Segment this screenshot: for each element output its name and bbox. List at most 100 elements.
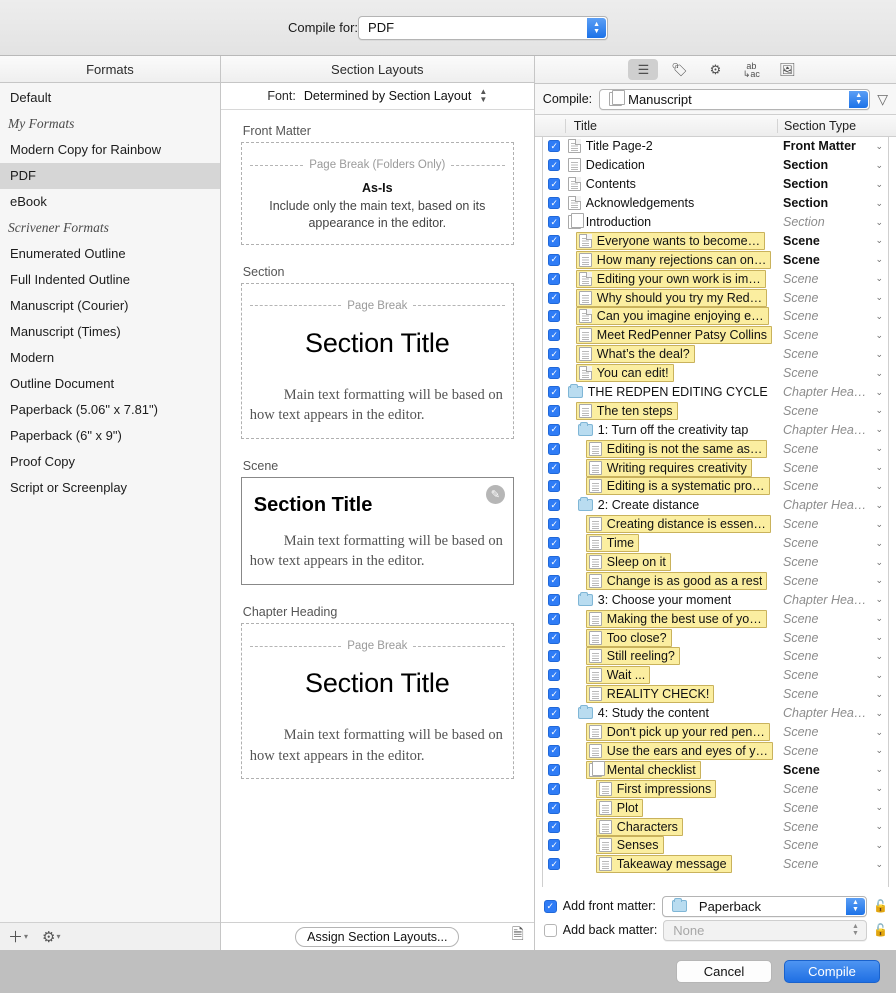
contents-row[interactable]: ✓ What’s the deal? Scene ⌄ xyxy=(543,345,888,364)
include-checkbox[interactable]: ✓ xyxy=(548,442,561,455)
include-checkbox[interactable]: ✓ xyxy=(548,253,561,266)
include-checkbox[interactable]: ✓ xyxy=(548,556,561,569)
front-matter-checkbox[interactable]: ✓ xyxy=(543,899,557,913)
include-checkbox[interactable]: ✓ xyxy=(548,197,561,210)
contents-row[interactable]: ✓ Writing requires creativity Scene ⌄ xyxy=(543,458,888,477)
contents-row[interactable]: ✓ Still reeling? Scene ⌄ xyxy=(543,647,888,666)
contents-row[interactable]: ✓ Creating distance is essen… Scene ⌄ xyxy=(543,515,888,534)
format-item[interactable]: Full Indented Outline xyxy=(0,267,220,293)
chevron-down-icon[interactable]: ⌄ xyxy=(875,783,883,794)
include-checkbox[interactable]: ✓ xyxy=(548,291,561,304)
document-title-pill[interactable]: Sleep on it xyxy=(585,553,671,572)
section-type-cell[interactable]: Scene ⌄ xyxy=(777,744,888,758)
chevron-down-icon[interactable]: ⌄ xyxy=(875,254,883,265)
contents-row[interactable]: ✓ Plot Scene ⌄ xyxy=(543,798,888,817)
tag-icon[interactable]: 🏷 xyxy=(664,59,694,80)
contents-row[interactable]: ✓ Too close? Scene ⌄ xyxy=(543,628,888,647)
contents-row[interactable]: ✓ Don't pick up your red pen… Scene ⌄ xyxy=(543,723,888,742)
document-title-pill[interactable]: 2: Create distance xyxy=(576,497,703,513)
include-checkbox[interactable]: ✓ xyxy=(548,480,561,493)
contents-row[interactable]: ✓ 1: Turn off the creativity tap Chapter H… xyxy=(543,420,888,439)
format-options-button[interactable]: ⚙ ▾ xyxy=(42,928,60,946)
document-title-pill[interactable]: Wait ... xyxy=(585,666,651,685)
document-title-pill[interactable]: 1: Turn off the creativity tap xyxy=(576,421,753,438)
chevron-down-icon[interactable]: ⌄ xyxy=(875,632,883,643)
section-type-cell[interactable]: Scene ⌄ xyxy=(777,536,888,550)
section-type-cell[interactable]: Scene ⌄ xyxy=(777,309,888,323)
chevron-down-icon[interactable]: ⌄ xyxy=(875,179,883,190)
document-title-pill[interactable]: Time xyxy=(585,534,640,553)
format-item[interactable]: Script or Screenplay xyxy=(0,475,220,501)
chevron-down-icon[interactable]: ⌄ xyxy=(875,387,883,398)
include-checkbox[interactable]: ✓ xyxy=(548,707,561,720)
include-checkbox[interactable]: ✓ xyxy=(548,159,561,172)
document-title-pill[interactable]: Plot xyxy=(595,798,644,817)
contents-row[interactable]: ✓ Characters Scene ⌄ xyxy=(543,817,888,836)
document-title-pill[interactable]: Editing is a systematic pro… xyxy=(585,477,770,496)
format-item[interactable]: Modern xyxy=(0,345,220,371)
chevron-down-icon[interactable]: ⌄ xyxy=(875,764,883,775)
document-title-pill[interactable]: What’s the deal? xyxy=(575,345,695,364)
chevron-down-icon[interactable]: ⌄ xyxy=(875,349,883,360)
image-icon[interactable]: 🖼 xyxy=(772,59,802,80)
document-title-pill[interactable]: Editing your own work is im… xyxy=(575,269,766,288)
include-checkbox[interactable]: ✓ xyxy=(548,669,561,682)
document-title-pill[interactable]: Mental checklist xyxy=(585,760,701,779)
section-type-cell[interactable]: Scene ⌄ xyxy=(777,763,888,777)
chevron-down-icon[interactable]: ⌄ xyxy=(875,727,883,738)
section-type-cell[interactable]: Scene ⌄ xyxy=(777,366,888,380)
document-title-pill[interactable]: Still reeling? xyxy=(585,647,680,666)
chevron-down-icon[interactable]: ⌄ xyxy=(875,708,883,719)
edit-pencil-icon[interactable]: ✎ xyxy=(485,484,505,504)
document-title-pill[interactable]: Contents xyxy=(566,176,640,192)
contents-row[interactable]: ✓ How many rejections can on… Scene ⌄ xyxy=(543,250,888,269)
section-type-cell[interactable]: Chapter Headi… ⌄ xyxy=(777,423,888,437)
document-title-pill[interactable]: Change is as good as a rest xyxy=(585,571,768,590)
chevron-down-icon[interactable]: ⌄ xyxy=(875,670,883,681)
include-checkbox[interactable]: ✓ xyxy=(548,688,561,701)
front-matter-dropdown[interactable]: Paperback ▲ ▼ xyxy=(661,895,867,917)
include-checkbox[interactable]: ✓ xyxy=(548,612,561,625)
include-checkbox[interactable]: ✓ xyxy=(548,367,561,380)
chevron-down-icon[interactable]: ⌄ xyxy=(875,405,883,416)
section-type-cell[interactable]: Chapter Headi… ⌄ xyxy=(777,706,888,720)
gear-icon[interactable]: ⚙ xyxy=(700,59,730,80)
document-title-pill[interactable]: Title Page-2 xyxy=(566,138,657,154)
contents-row[interactable]: ✓ REALITY CHECK! Scene ⌄ xyxy=(543,685,888,704)
section-type-cell[interactable]: Scene ⌄ xyxy=(777,234,888,248)
include-checkbox[interactable]: ✓ xyxy=(548,782,561,795)
contents-row[interactable]: ✓ The ten steps Scene ⌄ xyxy=(543,401,888,420)
contents-row[interactable]: ✓ 2: Create distance Chapter Headi… ⌄ xyxy=(543,496,888,515)
include-checkbox[interactable]: ✓ xyxy=(548,216,561,228)
include-checkbox[interactable]: ✓ xyxy=(548,140,561,153)
contents-row[interactable]: ✓ Dedication Section ⌄ xyxy=(543,156,888,175)
compile-group-dropdown[interactable]: Manuscript ▲ ▼ xyxy=(599,88,871,110)
layout-card-list[interactable]: Front Matter Page Break (Folders Only) As-… xyxy=(220,110,534,922)
section-type-cell[interactable]: Scene ⌄ xyxy=(777,612,888,626)
document-title-pill[interactable]: THE REDPEN EDITING CYCLE xyxy=(566,384,772,400)
contents-row[interactable]: ✓ Change is as good as a rest Scene ⌄ xyxy=(543,571,888,590)
include-checkbox[interactable]: ✓ xyxy=(548,801,561,814)
format-item[interactable]: Outline Document xyxy=(0,371,220,397)
section-type-cell[interactable]: Section ⌄ xyxy=(777,158,888,172)
document-title-pill[interactable]: Meet RedPenner Patsy Collins xyxy=(575,326,773,345)
contents-row[interactable]: ✓ 3: Choose your moment Chapter Headi… ⌄ xyxy=(543,590,888,609)
contents-row[interactable]: ✓ Mental checklist Scene ⌄ xyxy=(543,760,888,779)
section-type-cell[interactable]: Scene ⌄ xyxy=(777,442,888,456)
contents-row[interactable]: ✓ Making the best use of yo… Scene ⌄ xyxy=(543,609,888,628)
chevron-down-icon[interactable]: ⌄ xyxy=(875,292,883,303)
section-type-cell[interactable]: Scene ⌄ xyxy=(777,328,888,342)
chevron-down-icon[interactable]: ⌄ xyxy=(875,160,883,171)
font-value[interactable]: Determined by Section Layout xyxy=(304,89,471,103)
contents-list[interactable]: ✓ Title Page-2 Front Matter ⌄ ✓ Dedication Sec… xyxy=(541,137,889,887)
contents-row[interactable]: ✓ Editing is a systematic pro… Scene ⌄ xyxy=(543,477,888,496)
contents-row[interactable]: ✓ First impressions Scene ⌄ xyxy=(543,779,888,798)
chevron-down-icon[interactable]: ⌄ xyxy=(875,235,883,246)
contents-list-icon[interactable]: ☰ xyxy=(628,59,659,80)
chevron-down-icon[interactable]: ⌄ xyxy=(875,519,883,530)
include-checkbox[interactable]: ✓ xyxy=(548,537,561,550)
chevron-down-icon[interactable]: ⌄ xyxy=(875,198,883,209)
include-checkbox[interactable]: ✓ xyxy=(548,839,561,852)
include-checkbox[interactable]: ✓ xyxy=(548,744,561,757)
document-title-pill[interactable]: 3: Choose your moment xyxy=(576,591,735,608)
